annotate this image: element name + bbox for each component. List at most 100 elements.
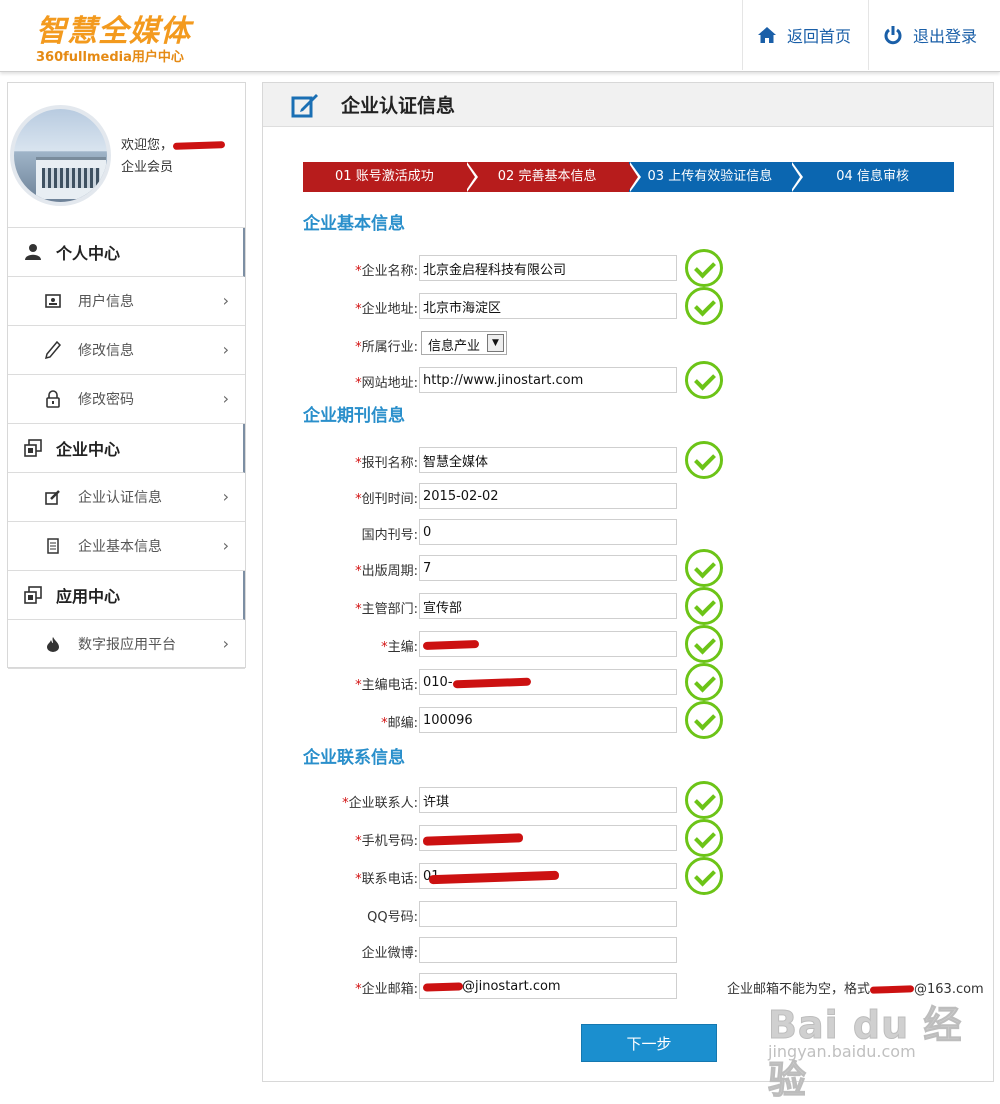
row-editor-phone: *主编电话: — [303, 663, 963, 701]
check-circle-icon — [685, 287, 723, 325]
document-icon — [44, 538, 62, 554]
check-circle-icon — [685, 249, 723, 287]
top-header: 智慧全媒体 360fullmedia用户中心 返回首页 退出登录 — [0, 0, 1000, 72]
next-step-button[interactable]: 下一步 — [581, 1024, 717, 1062]
redacted-username — [172, 141, 226, 150]
industry-select[interactable]: 信息产业 ▼ — [421, 331, 507, 355]
item-label: 企业基本信息 — [78, 539, 162, 555]
contact-person-input[interactable] — [419, 787, 677, 813]
chevron-right-icon: › — [222, 389, 229, 408]
row-editor: *主编: — [303, 625, 963, 663]
group-title-journal: 企业期刊信息 — [303, 406, 405, 426]
sidebar-section-apps[interactable]: 应用中心 — [8, 571, 245, 620]
step-3: 03 上传有效验证信息 — [628, 162, 804, 192]
home-link[interactable]: 返回首页 — [742, 0, 868, 70]
row-phone: *联系电话: — [303, 857, 963, 895]
company-name-input[interactable] — [419, 255, 677, 281]
row-department: *主管部门: — [303, 587, 963, 625]
group-title-basic: 企业基本信息 — [303, 214, 405, 234]
check-circle-icon — [685, 587, 723, 625]
sidebar-item-company-auth[interactable]: 企业认证信息 › — [8, 473, 245, 522]
qq-input[interactable] — [419, 901, 677, 927]
sidebar-section-personal[interactable]: 个人中心 — [8, 228, 245, 277]
row-domestic-no: 国内刊号: — [303, 519, 963, 545]
step-label: 04 信息审核 — [836, 169, 909, 184]
step-label: 01 账号激活成功 — [335, 169, 434, 184]
row-contact-person: *企业联系人: — [303, 781, 963, 819]
chevron-right-icon: › — [222, 487, 229, 506]
company-address-input[interactable] — [419, 293, 677, 319]
row-weibo: 企业微博: — [303, 937, 963, 963]
page-title: 企业认证信息 — [341, 95, 456, 117]
pencil-icon — [44, 341, 62, 359]
website-input[interactable] — [419, 367, 677, 393]
redacted-email — [422, 982, 464, 992]
item-label: 用户信息 — [78, 294, 134, 310]
check-circle-icon — [685, 701, 723, 739]
period-input[interactable] — [419, 555, 677, 581]
check-circle-icon — [685, 857, 723, 895]
baidu-watermark: Bai du 经验 jingyan.baidu.com — [760, 990, 1000, 1103]
check-circle-icon — [685, 663, 723, 701]
department-input[interactable] — [419, 593, 677, 619]
item-label: 企业认证信息 — [78, 490, 162, 506]
row-company-address: *企业地址: — [303, 287, 963, 325]
page-title-bar: 企业认证信息 — [263, 83, 993, 127]
row-industry: *所属行业: 信息产业 ▼ — [303, 331, 963, 357]
chevron-right-icon: › — [222, 634, 229, 653]
edit-icon — [291, 93, 318, 117]
founded-date-input[interactable] — [419, 483, 677, 509]
user-box: 欢迎您， 企业会员 — [8, 83, 245, 228]
dropdown-arrow-icon: ▼ — [487, 334, 504, 352]
check-circle-icon — [685, 781, 723, 819]
welcome-text: 欢迎您， 企业会员 — [121, 135, 226, 179]
lock-icon — [44, 390, 62, 408]
sidebar-item-company-basic[interactable]: 企业基本信息 › — [8, 522, 245, 571]
section-label: 企业中心 — [56, 440, 121, 459]
row-qq: QQ号码: — [303, 901, 963, 927]
sidebar-section-company[interactable]: 企业中心 — [8, 424, 245, 473]
sidebar-item-digital-paper[interactable]: 数字报应用平台 › — [8, 620, 245, 669]
watermark-sub: jingyan.baidu.com — [768, 1042, 916, 1061]
chevron-right-icon: › — [222, 340, 229, 359]
sidebar-item-change-password[interactable]: 修改密码 › — [8, 375, 245, 424]
id-card-icon — [44, 294, 62, 308]
section-label: 个人中心 — [56, 244, 121, 263]
edit-icon — [44, 489, 62, 505]
logo[interactable]: 智慧全媒体 — [36, 6, 191, 50]
welcome-prefix: 欢迎您， — [121, 138, 174, 153]
step-label: 02 完善基本信息 — [497, 169, 597, 184]
windows-icon — [24, 586, 42, 604]
logout-link[interactable]: 退出登录 — [868, 0, 1000, 70]
row-mobile: *手机号码: — [303, 819, 963, 857]
item-label: 修改信息 — [78, 343, 134, 359]
home-label: 返回首页 — [787, 27, 852, 46]
main-panel: 企业认证信息 01 账号激活成功 02 完善基本信息 03 上传有效验证信息 0… — [262, 82, 994, 1082]
row-paper-name: *报刊名称: — [303, 441, 963, 479]
check-circle-icon — [685, 549, 723, 587]
step-label: 03 上传有效验证信息 — [647, 169, 773, 184]
row-company-name: *企业名称: — [303, 249, 963, 287]
chevron-right-icon: › — [222, 291, 229, 310]
section-label: 应用中心 — [56, 587, 121, 606]
group-title-contact: 企业联系信息 — [303, 748, 405, 768]
progress-steps: 01 账号激活成功 02 完善基本信息 03 上传有效验证信息 04 信息审核 — [303, 162, 954, 192]
domestic-number-input[interactable] — [419, 519, 677, 545]
user-role: 企业会员 — [121, 160, 174, 175]
row-website: *网站地址: — [303, 361, 963, 399]
check-circle-icon — [685, 441, 723, 479]
step-4: 04 信息审核 — [791, 162, 954, 192]
step-2: 02 完善基本信息 — [465, 162, 641, 192]
weibo-input[interactable] — [419, 937, 677, 963]
home-icon — [758, 27, 776, 43]
postcode-input[interactable] — [419, 707, 677, 733]
check-circle-icon — [685, 819, 723, 857]
sidebar-item-edit-info[interactable]: 修改信息 › — [8, 326, 245, 375]
sidebar-item-user-info[interactable]: 用户信息 › — [8, 277, 245, 326]
row-period: *出版周期: — [303, 549, 963, 587]
chevron-right-icon: › — [222, 536, 229, 555]
paper-name-input[interactable] — [419, 447, 677, 473]
step-1: 01 账号激活成功 — [303, 162, 478, 192]
item-label: 修改密码 — [78, 392, 134, 408]
check-circle-icon — [685, 625, 723, 663]
